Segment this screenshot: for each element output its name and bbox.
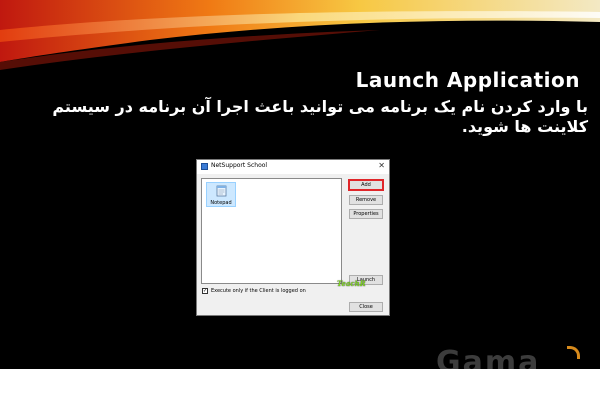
remove-button[interactable]: Remove — [349, 195, 383, 205]
gama-watermark: Gama — [436, 345, 541, 369]
add-button[interactable]: Add — [348, 179, 384, 191]
properties-button[interactable]: Properties — [349, 209, 383, 219]
netsupport-dialog: NetSupport School ✕ Notepad Add Remove P… — [196, 159, 390, 316]
application-list[interactable]: Notepad — [201, 178, 342, 284]
presentation-slide: Launch Application با وارد کردن نام یک ب… — [0, 0, 600, 369]
list-item-label: Notepad — [210, 200, 232, 206]
close-button[interactable]: Close — [349, 302, 383, 312]
slide-body-text: با وارد کردن نام یک برنامه می توانید باع… — [52, 97, 588, 136]
netsupport-app-icon — [201, 163, 208, 170]
decorative-swoosh — [0, 0, 600, 70]
slide-title: Launch Application — [355, 68, 580, 92]
execute-checkbox-label: Execute only if the Client is logged on — [211, 288, 306, 294]
list-item-notepad[interactable]: Notepad — [206, 182, 236, 207]
dialog-titlebar: NetSupport School ✕ — [197, 160, 389, 174]
teacher-badge: TeachR — [337, 279, 366, 288]
dialog-title: NetSupport School — [211, 162, 268, 169]
close-icon[interactable]: ✕ — [378, 161, 385, 170]
notepad-icon — [216, 185, 227, 197]
gama-logo-arc — [567, 346, 580, 359]
execute-checkbox[interactable]: ✓ — [202, 288, 208, 294]
